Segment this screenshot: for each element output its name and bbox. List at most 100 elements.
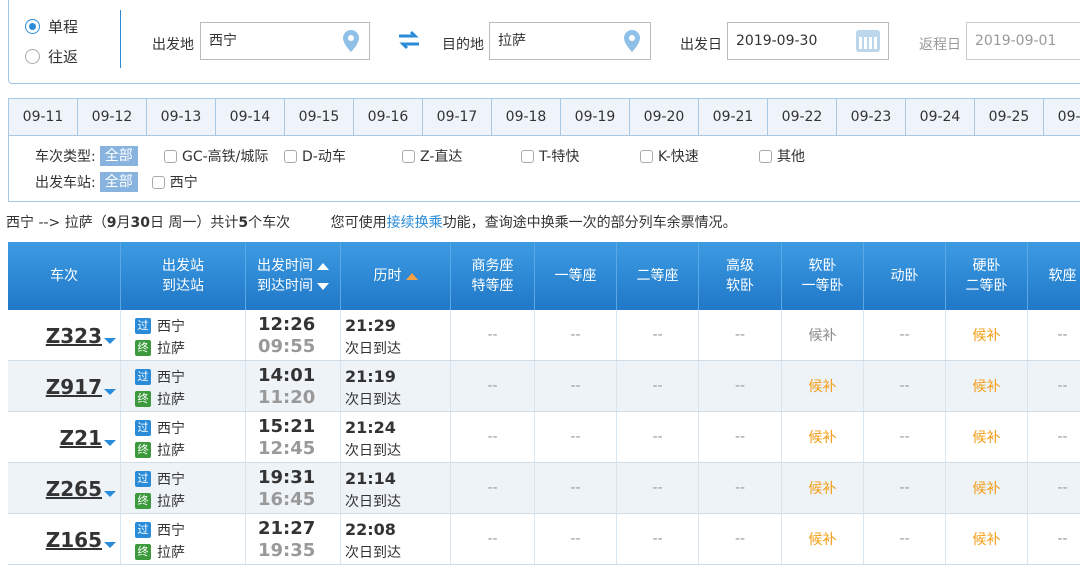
seat-cell: -- bbox=[617, 361, 699, 411]
train-type-option[interactable]: K-快速 bbox=[640, 146, 699, 166]
station-cell: 过西宁终拉萨 bbox=[121, 310, 246, 360]
seat-cell[interactable]: 候补 bbox=[946, 412, 1028, 462]
seat-cell: -- bbox=[617, 514, 699, 564]
date-tab[interactable]: 09-25 bbox=[975, 99, 1044, 135]
seat-cell[interactable]: 候补 bbox=[782, 361, 864, 411]
table-row: Z265 过西宁终拉萨 19:31 16:45 21:14 次日到达 -- -- -- -- 候补 -… bbox=[8, 463, 1080, 514]
expand-caret-icon[interactable] bbox=[104, 491, 116, 497]
train-type-option[interactable]: T-特快 bbox=[521, 146, 579, 166]
table-header: 车次 出发站 到达站 出发时间 到达时间 历时 商务座 特等座 一等座 二等座 高级… bbox=[8, 242, 1080, 310]
expand-caret-icon[interactable] bbox=[104, 389, 116, 395]
checkbox[interactable] bbox=[284, 149, 297, 163]
date-tab[interactable]: 09-19 bbox=[561, 99, 630, 135]
seat-cell[interactable]: 候补 bbox=[946, 463, 1028, 513]
search-panel: 单程 往返 出发地 西宁 目的地 拉萨 出发日 2019-09-30 返程日 2… bbox=[8, 0, 1080, 84]
expand-caret-icon[interactable] bbox=[104, 338, 116, 344]
col-station: 出发站 到达站 bbox=[121, 242, 246, 310]
seat-cell[interactable]: 候补 bbox=[946, 514, 1028, 564]
seat-cell[interactable]: 候补 bbox=[782, 412, 864, 462]
to-input[interactable]: 拉萨 bbox=[489, 22, 651, 60]
seat-cell: -- bbox=[699, 412, 782, 462]
checkbox[interactable] bbox=[151, 175, 165, 189]
round-trip-radio[interactable]: 往返 bbox=[25, 46, 78, 67]
arrive-time: 09:55 bbox=[258, 336, 316, 357]
date-tab[interactable]: 09-23 bbox=[837, 99, 906, 135]
pass-badge: 过 bbox=[135, 420, 151, 436]
train-number-link[interactable]: Z323 bbox=[46, 324, 102, 348]
arrive-time: 19:35 bbox=[258, 540, 316, 561]
date-tab[interactable]: 09-18 bbox=[492, 99, 561, 135]
transfer-link[interactable]: 接续换乘 bbox=[387, 215, 443, 231]
seat-cell: -- bbox=[617, 412, 699, 462]
seat-cell[interactable]: 候补 bbox=[946, 310, 1028, 360]
train-number-link[interactable]: Z21 bbox=[60, 426, 102, 450]
checkbox[interactable] bbox=[402, 149, 415, 163]
checkbox[interactable] bbox=[640, 149, 653, 163]
station-all-button[interactable]: 全部 bbox=[99, 172, 138, 192]
train-type-option[interactable]: Z-直达 bbox=[402, 146, 462, 166]
train-type-option[interactable]: D-动车 bbox=[284, 146, 346, 166]
date-tab[interactable]: 09-13 bbox=[147, 99, 216, 135]
seat-cell[interactable]: 候补 bbox=[782, 514, 864, 564]
date-tab[interactable]: 09-12 bbox=[78, 99, 147, 135]
checkbox[interactable] bbox=[164, 149, 177, 163]
seat-cell: -- bbox=[451, 514, 535, 564]
col-time[interactable]: 出发时间 到达时间 bbox=[246, 242, 341, 310]
date-tab[interactable]: 09-14 bbox=[216, 99, 285, 135]
date-tab[interactable]: 09-21 bbox=[699, 99, 768, 135]
seat-cell: -- bbox=[451, 412, 535, 462]
table-row: Z917 过西宁终拉萨 14:01 11:20 21:19 次日到达 -- -- -- -- 候补 -… bbox=[8, 361, 1080, 412]
from-input[interactable]: 西宁 bbox=[200, 22, 370, 60]
arrive-time: 12:45 bbox=[258, 438, 316, 459]
seat-cell: -- bbox=[1028, 412, 1080, 462]
train-number-cell: Z323 bbox=[8, 310, 121, 360]
col-dyn-sleeper: 动卧 bbox=[864, 242, 946, 310]
checkbox[interactable] bbox=[759, 149, 772, 163]
date-tab[interactable]: 09-24 bbox=[906, 99, 975, 135]
terminal-badge: 终 bbox=[135, 544, 151, 560]
train-number-link[interactable]: Z265 bbox=[46, 477, 102, 501]
expand-caret-icon[interactable] bbox=[104, 440, 116, 446]
location-pin-icon bbox=[343, 30, 359, 52]
expand-caret-icon[interactable] bbox=[104, 542, 116, 548]
date-tab[interactable]: 09-26 bbox=[1044, 99, 1080, 135]
return-date-input[interactable]: 2019-09-01 bbox=[966, 22, 1080, 60]
depart-date-input[interactable]: 2019-09-30 bbox=[727, 22, 889, 60]
calendar-icon[interactable] bbox=[856, 30, 880, 52]
date-tab[interactable]: 09-22 bbox=[768, 99, 837, 135]
train-number-link[interactable]: Z917 bbox=[46, 375, 102, 399]
train-type-option[interactable]: 其他 bbox=[759, 146, 805, 166]
train-number-link[interactable]: Z165 bbox=[46, 528, 102, 552]
swap-icon[interactable] bbox=[397, 30, 421, 50]
type-all-button[interactable]: 全部 bbox=[99, 146, 138, 166]
duration: 21:29 bbox=[345, 316, 396, 335]
seat-cell: -- bbox=[699, 310, 782, 360]
date-tab[interactable]: 09-11 bbox=[9, 99, 78, 135]
seat-cell: -- bbox=[1028, 361, 1080, 411]
station-cell: 过西宁终拉萨 bbox=[121, 463, 246, 513]
train-type-option[interactable]: GC-高铁/城际 bbox=[164, 146, 268, 166]
col-train: 车次 bbox=[8, 242, 121, 310]
date-tab[interactable]: 09-16 bbox=[354, 99, 423, 135]
one-way-radio[interactable]: 单程 bbox=[25, 16, 78, 37]
terminal-station: 终拉萨 bbox=[135, 542, 185, 562]
checkbox[interactable] bbox=[521, 149, 534, 163]
terminal-badge: 终 bbox=[135, 391, 151, 407]
date-tab[interactable]: 09-15 bbox=[285, 99, 354, 135]
duration-cell: 21:24 次日到达 bbox=[341, 412, 451, 462]
seat-cell: -- bbox=[535, 412, 617, 462]
seat-cell: -- bbox=[451, 310, 535, 360]
col-duration[interactable]: 历时 bbox=[341, 242, 451, 310]
seat-cell[interactable]: 候补 bbox=[782, 310, 864, 360]
seat-cell: -- bbox=[451, 463, 535, 513]
radio-unselected-icon bbox=[25, 49, 40, 64]
seat-cell[interactable]: 候补 bbox=[946, 361, 1028, 411]
date-tab[interactable]: 09-20 bbox=[630, 99, 699, 135]
arrive-day: 次日到达 bbox=[345, 494, 401, 510]
duration-cell: 21:14 次日到达 bbox=[341, 463, 451, 513]
terminal-badge: 终 bbox=[135, 442, 151, 458]
col-soft-sleeper: 软卧 一等卧 bbox=[782, 242, 864, 310]
seat-cell: -- bbox=[617, 463, 699, 513]
date-tab[interactable]: 09-17 bbox=[423, 99, 492, 135]
seat-cell[interactable]: 候补 bbox=[782, 463, 864, 513]
